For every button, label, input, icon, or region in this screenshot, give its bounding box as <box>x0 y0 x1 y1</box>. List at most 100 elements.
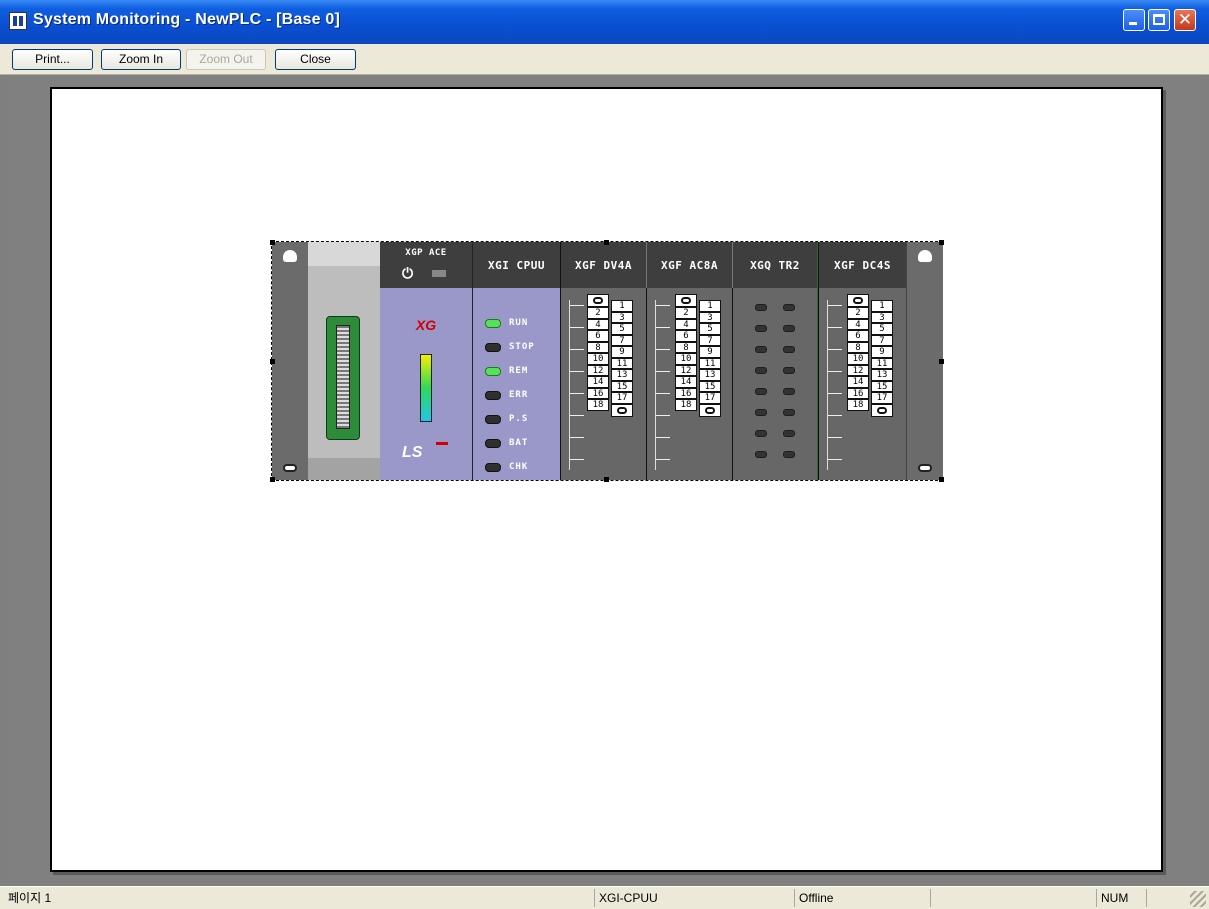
plc-base-rack[interactable]: XGP ACE ⏻ XG LS XGI CPUU RUN STOP REM ER… <box>270 240 944 482</box>
terminal-number: 13 <box>871 369 893 381</box>
module-name: XGF DC4S <box>834 259 891 272</box>
terminal-number: 8 <box>587 341 609 353</box>
terminal-number: 13 <box>699 369 721 381</box>
terminal-number: 18 <box>587 399 609 411</box>
output-led-icon <box>783 346 795 353</box>
led-indicator-icon <box>485 390 501 400</box>
mount-hole-icon <box>918 464 932 472</box>
toolbar: Print... Zoom In Zoom Out Close <box>0 44 1209 75</box>
module-name: XGQ TR2 <box>750 259 800 272</box>
close-icon: ✕ <box>1177 10 1193 30</box>
slot-tr2-module[interactable]: XGQ TR2 <box>732 242 818 480</box>
led-indicator-icon <box>485 318 501 328</box>
terminal-number: 16 <box>587 387 609 399</box>
terminal-number: 1 <box>871 300 893 312</box>
terminal-number: 9 <box>699 346 721 358</box>
output-led-icon <box>783 451 795 458</box>
terminal-screw-icon <box>611 403 633 417</box>
terminal-number: 17 <box>611 392 633 404</box>
led-indicator-icon <box>485 414 501 424</box>
terminal-screw-icon <box>871 403 893 417</box>
wiring-diagram-icon <box>827 300 842 470</box>
terminal-number: 16 <box>675 387 697 399</box>
status-page: 페이지 1 <box>8 891 52 905</box>
selection-handle[interactable] <box>270 240 275 245</box>
rack-right-end <box>906 242 943 480</box>
output-led-icon <box>755 346 767 353</box>
terminal-block: 2 4 6 8 10 12 14 16 18 1 3 5 7 9 11 13 15 17 <box>587 294 641 472</box>
terminal-number: 2 <box>847 307 869 319</box>
slot-power-module[interactable]: XGP ACE ⏻ XG LS <box>380 242 472 480</box>
app-icon[interactable] <box>9 12 27 30</box>
power-level-gauge <box>420 354 432 422</box>
minimize-button[interactable] <box>1123 9 1145 31</box>
terminal-number: 15 <box>611 380 633 392</box>
module-header: XGF DC4S <box>819 242 906 288</box>
selection-handle[interactable] <box>270 359 275 364</box>
terminal-number: 12 <box>675 364 697 376</box>
terminal-number: 18 <box>675 399 697 411</box>
output-led-icon <box>783 325 795 332</box>
terminal-number: 14 <box>847 376 869 388</box>
terminal-number: 10 <box>587 353 609 365</box>
maximize-icon <box>1153 14 1165 25</box>
module-header: XGF AC8A <box>646 242 732 288</box>
terminal-number: 1 <box>699 300 721 312</box>
close-button[interactable]: Close <box>275 49 356 70</box>
output-led-icon <box>783 430 795 437</box>
slot-expansion-connector[interactable] <box>308 242 380 480</box>
window-title: System Monitoring - NewPLC - [Base 0] <box>33 11 340 28</box>
terminal-number: 3 <box>611 311 633 323</box>
terminal-block: 2 4 6 8 10 12 14 16 18 1 3 5 7 9 11 13 15 17 <box>847 294 901 472</box>
terminal-number: 11 <box>871 357 893 369</box>
selection-handle[interactable] <box>270 477 275 482</box>
terminal-number: 9 <box>611 346 633 358</box>
terminal-number: 12 <box>587 364 609 376</box>
power-switch-icon <box>432 270 446 277</box>
led-indicator-icon <box>485 462 501 472</box>
selection-handle[interactable] <box>939 359 944 364</box>
terminal-number: 7 <box>871 334 893 346</box>
power-icon: ⏻ <box>402 266 414 282</box>
slot-cpu-module[interactable]: XGI CPUU RUN STOP REM ERR P.S BAT CHK <box>472 242 560 480</box>
maximize-button[interactable] <box>1148 9 1170 31</box>
zoom-in-button[interactable]: Zoom In <box>101 49 181 70</box>
selection-handle[interactable] <box>604 477 609 482</box>
led-indicator-icon <box>485 342 501 352</box>
selection-handle[interactable] <box>604 240 609 245</box>
output-led-icon <box>755 430 767 437</box>
module-name: XGF AC8A <box>661 259 718 272</box>
terminal-number: 6 <box>675 330 697 342</box>
slot-ac8a-module[interactable]: XGF AC8A 2 4 6 8 10 12 14 16 18 1 3 5 7 9 11 13 15 17 <box>646 242 732 480</box>
close-window-button[interactable]: ✕ <box>1174 9 1196 31</box>
slot-dv4a-module[interactable]: XGF DV4A 2 4 6 8 10 12 14 16 18 1 3 5 7 9 11 13 15 17 <box>560 242 646 480</box>
resize-grip-icon[interactable] <box>1190 891 1206 907</box>
output-led-icon <box>783 409 795 416</box>
led-err: ERR <box>485 388 528 402</box>
terminal-number: 17 <box>699 392 721 404</box>
output-led-icon <box>755 409 767 416</box>
selection-handle[interactable] <box>939 240 944 245</box>
terminal-number: 1 <box>611 300 633 312</box>
terminal-screw-icon <box>587 294 609 307</box>
terminal-number: 3 <box>871 311 893 323</box>
terminal-number: 10 <box>847 353 869 365</box>
title-bar[interactable]: System Monitoring - NewPLC - [Base 0] ✕ <box>0 0 1209 44</box>
ls-logo: LS <box>402 442 450 461</box>
terminal-number: 5 <box>699 323 721 335</box>
led-indicator-icon <box>485 438 501 448</box>
selection-handle[interactable] <box>939 477 944 482</box>
rack-left-end <box>272 242 309 480</box>
status-num-lock: NUM <box>1096 889 1146 907</box>
terminal-number: 10 <box>675 353 697 365</box>
terminal-number: 6 <box>587 330 609 342</box>
terminal-number: 5 <box>871 323 893 335</box>
print-button[interactable]: Print... <box>12 49 93 70</box>
terminal-number: 5 <box>611 323 633 335</box>
slot-dc4s-module[interactable]: XGF DC4S 2 4 6 8 10 12 14 16 18 1 3 5 7 9 11 13 15 17 <box>818 242 906 480</box>
terminal-number: 14 <box>587 376 609 388</box>
module-header: XGP ACE ⏻ <box>380 242 472 288</box>
terminal-number: 11 <box>699 357 721 369</box>
terminal-number: 13 <box>611 369 633 381</box>
output-led-icon <box>783 388 795 395</box>
